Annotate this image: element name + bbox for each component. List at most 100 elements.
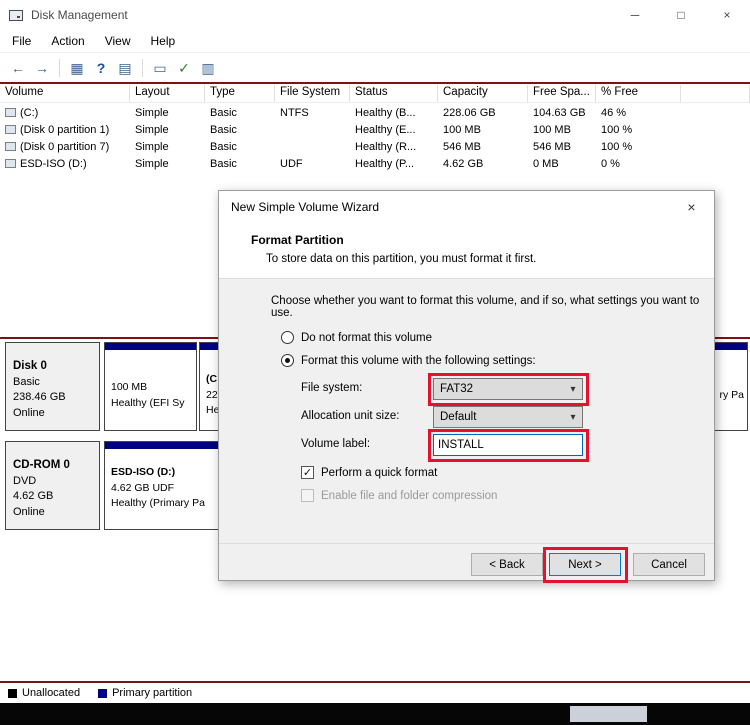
column-header-capacity[interactable]: Capacity (438, 85, 528, 102)
file-system-combobox[interactable]: FAT32 ▾ (433, 378, 583, 400)
forward-icon[interactable]: → (30, 57, 54, 79)
check-disk-icon[interactable]: ✓ (172, 57, 196, 79)
next-button[interactable]: Next > (549, 553, 621, 576)
disk-name: Disk 0 (13, 359, 99, 375)
menu-help[interactable]: Help (141, 34, 186, 48)
disk-kind: DVD (13, 474, 99, 490)
allocation-unit-label: Allocation unit size: (301, 410, 399, 422)
dialog-heading: Format Partition (251, 233, 344, 247)
cdrom0-info-box[interactable]: CD-ROM 0 DVD 4.62 GB Online (5, 441, 100, 530)
partition-status-fragment: ry Pa (719, 389, 744, 401)
chevron-down-icon: ▾ (564, 412, 582, 423)
cell-status: Healthy (B... (350, 104, 438, 121)
disk-status: Online (13, 505, 99, 521)
legend-primary-partition: Primary partition (98, 687, 192, 699)
cancel-button[interactable]: Cancel (633, 553, 705, 576)
cell-pct-free: 0 % (596, 155, 681, 172)
cell-layout: Simple (130, 121, 205, 138)
menu-action[interactable]: Action (41, 34, 94, 48)
disk0-partition-efi[interactable]: 100 MB Healthy (EFI Sy (104, 342, 197, 431)
disk-management-window: Disk Management ─ □ × File Action View H… (0, 0, 750, 725)
dialog-title-bar: New Simple Volume Wizard (219, 191, 714, 223)
close-button[interactable]: × (704, 0, 750, 30)
export-list-icon[interactable]: ▤ (113, 57, 137, 79)
disk-size: 4.62 GB (13, 489, 99, 505)
help-icon[interactable]: ? (89, 57, 113, 79)
toolbar-separator (142, 59, 143, 77)
cell-capacity: 228.06 GB (438, 104, 528, 121)
quick-format-checkbox[interactable]: ✓ Perform a quick format (301, 466, 437, 479)
cell-free-space: 104.63 GB (528, 104, 596, 121)
checkbox-checked-icon: ✓ (301, 466, 314, 479)
dialog-header: Format Partition To store data on this p… (219, 223, 714, 279)
menu-file[interactable]: File (2, 34, 41, 48)
menu-bar: File Action View Help (0, 30, 750, 53)
volume-icon (5, 108, 16, 117)
cell-free-space: 546 MB (528, 138, 596, 155)
disk-kind: Basic (13, 375, 99, 391)
cell-file-system (275, 121, 350, 138)
legend-bar: Unallocated Primary partition (0, 683, 750, 703)
volume-row-partition1[interactable]: (Disk 0 partition 1) Simple Basic Health… (0, 121, 750, 138)
checkbox-label: Perform a quick format (321, 467, 437, 479)
radio-do-not-format[interactable]: Do not format this volume (281, 331, 432, 344)
back-icon[interactable]: ← (6, 57, 30, 79)
radio-label: Format this volume with the following se… (301, 355, 536, 367)
window-controls: ─ □ × (612, 0, 750, 30)
maximize-button[interactable]: □ (658, 0, 704, 30)
disk-status: Online (13, 406, 99, 422)
cell-status: Healthy (R... (350, 138, 438, 155)
cell-pct-free: 100 % (596, 121, 681, 138)
new-simple-volume-wizard-dialog: New Simple Volume Wizard × Format Partit… (218, 190, 715, 581)
radio-format-volume[interactable]: Format this volume with the following se… (281, 354, 536, 367)
dialog-intro-text: Choose whether you want to format this v… (271, 295, 714, 319)
cell-type: Basic (205, 138, 275, 155)
column-header-volume[interactable]: Volume (0, 85, 130, 102)
partition-color-bar (105, 343, 196, 350)
cell-capacity: 4.62 GB (438, 155, 528, 172)
cell-pct-free: 46 % (596, 104, 681, 121)
compression-checkbox[interactable]: Enable file and folder compression (301, 489, 497, 502)
disk0-info-box[interactable]: Disk 0 Basic 238.46 GB Online (5, 342, 100, 431)
column-header-pct-free[interactable]: % Free (596, 85, 681, 102)
dialog-close-button[interactable]: × (669, 191, 714, 223)
cell-layout: Simple (130, 138, 205, 155)
legend-unallocated: Unallocated (8, 687, 80, 699)
volume-name: (Disk 0 partition 1) (20, 124, 109, 136)
toolbar: ← → ▦ ? ▤ ▭ ✓ ▥ (0, 53, 750, 82)
column-header-file-system[interactable]: File System (275, 85, 350, 102)
console-tree-icon[interactable]: ▦ (65, 57, 89, 79)
taskbar-button[interactable] (570, 706, 647, 722)
file-system-label: File system: (301, 382, 362, 394)
properties-icon[interactable]: ▥ (196, 57, 220, 79)
back-button[interactable]: < Back (471, 553, 543, 576)
volume-row-partition7[interactable]: (Disk 0 partition 7) Simple Basic Health… (0, 138, 750, 155)
radio-selected-icon (281, 354, 294, 367)
volume-row-c[interactable]: (C:) Simple Basic NTFS Healthy (B... 228… (0, 104, 750, 121)
action-pane-icon[interactable]: ▭ (148, 57, 172, 79)
volume-label-input[interactable] (433, 434, 583, 456)
volume-icon (5, 125, 16, 134)
legend-label: Unallocated (22, 687, 80, 699)
taskbar (0, 703, 750, 725)
menu-view[interactable]: View (95, 34, 141, 48)
dialog-subheading: To store data on this partition, you mus… (266, 253, 536, 265)
volume-row-esd-iso[interactable]: ESD-ISO (D:) Simple Basic UDF Healthy (P… (0, 155, 750, 172)
cell-type: Basic (205, 121, 275, 138)
cell-layout: Simple (130, 104, 205, 121)
column-header-type[interactable]: Type (205, 85, 275, 102)
volume-label-label: Volume label: (301, 438, 370, 450)
column-header-status[interactable]: Status (350, 85, 438, 102)
cell-capacity: 100 MB (438, 121, 528, 138)
file-system-value: FAT32 (440, 383, 473, 395)
cell-capacity: 546 MB (438, 138, 528, 155)
checkbox-unchecked-icon (301, 489, 314, 502)
cell-free-space: 100 MB (528, 121, 596, 138)
minimize-button[interactable]: ─ (612, 0, 658, 30)
volume-name: (Disk 0 partition 7) (20, 141, 109, 153)
column-header-layout[interactable]: Layout (130, 85, 205, 102)
allocation-unit-combobox[interactable]: Default ▾ (433, 406, 583, 428)
app-icon (9, 10, 23, 21)
cell-file-system (275, 138, 350, 155)
column-header-free-space[interactable]: Free Spa... (528, 85, 596, 102)
